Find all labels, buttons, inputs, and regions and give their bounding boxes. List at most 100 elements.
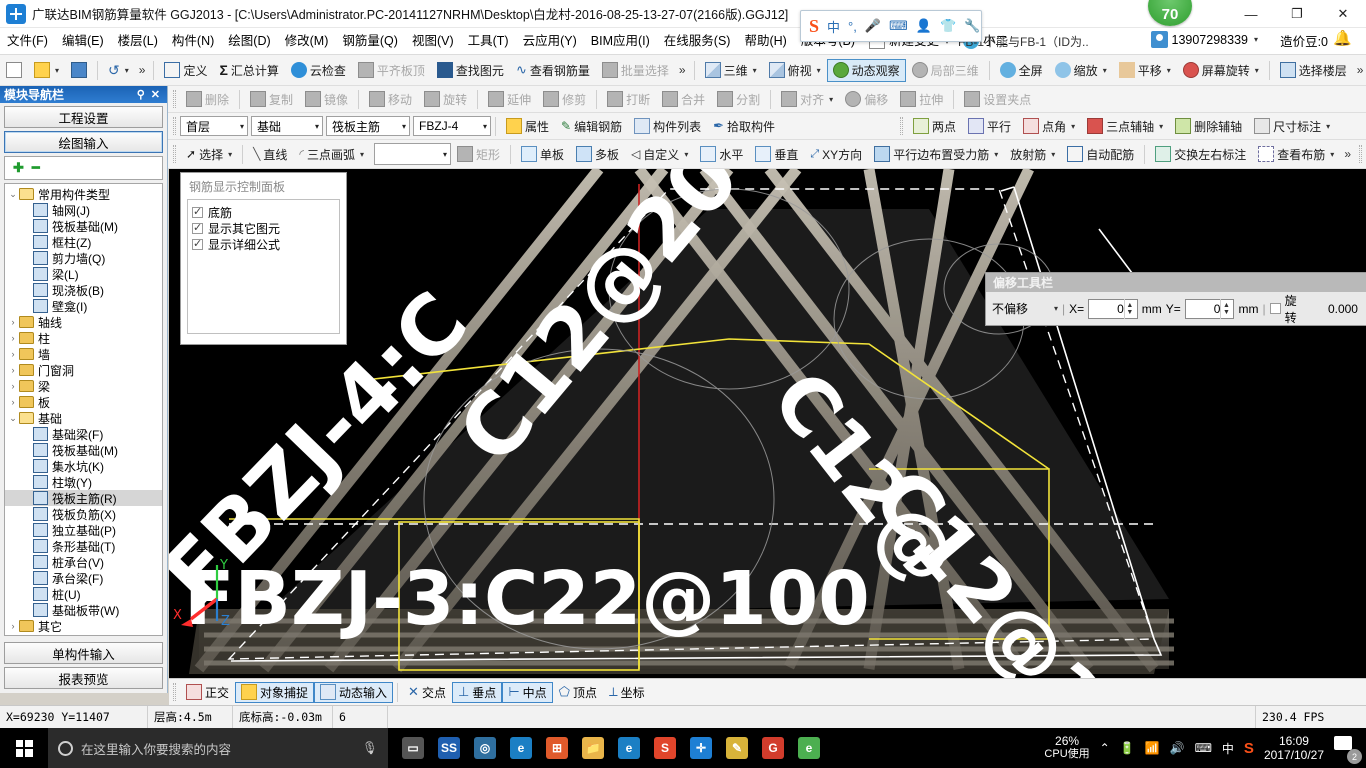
menu-cloud[interactable]: 云应用(Y)	[516, 28, 584, 55]
chevron-right-icon[interactable]: ›	[7, 349, 19, 359]
toolbar-grip[interactable]	[173, 145, 176, 163]
3d-viewport[interactable]: FBZJ-4:C C12@200 C12@100 FBZJ-3:C22@100 …	[169, 169, 1366, 693]
point-angle-button[interactable]: 点角 ▾	[1017, 115, 1081, 138]
taskbar-clock[interactable]: 16:09 2017/10/27	[1264, 734, 1324, 762]
start-button[interactable]	[0, 728, 48, 768]
radial-rebar-button[interactable]: 放射筋 ▾	[1004, 143, 1061, 166]
copy-button[interactable]: 复制	[244, 88, 299, 111]
tree-folder[interactable]: › 轴线	[5, 314, 162, 330]
tree-item[interactable]: 轴网(J)	[5, 202, 162, 218]
ortho-snap-button[interactable]: 正交	[180, 682, 235, 703]
single-slab-button[interactable]: 单板	[515, 143, 570, 166]
chevron-down-icon[interactable]: ⌄	[7, 189, 19, 200]
show-detail-formula-checkbox[interactable]	[192, 237, 203, 250]
explorer-icon[interactable]: 📁	[576, 728, 610, 768]
chevron-right-icon[interactable]: ›	[7, 621, 19, 631]
coordinate-snap-button[interactable]: ⟂ 坐标	[603, 682, 651, 703]
project-settings-button[interactable]: 工程设置	[4, 106, 163, 128]
sogou-icon[interactable]: S	[648, 728, 682, 768]
chevron-down-icon[interactable]: ⌄	[7, 413, 19, 424]
app-green-icon[interactable]: e	[792, 728, 826, 768]
tree-item[interactable]: 框柱(Z)	[5, 234, 162, 250]
tree-item[interactable]: 剪力墙(Q)	[5, 250, 162, 266]
store-icon[interactable]: ⊞	[540, 728, 574, 768]
chevron-up-icon[interactable]: ⌃	[1100, 741, 1110, 755]
extend-button[interactable]: 延伸	[482, 88, 537, 111]
menu-modify[interactable]: 修改(M)	[278, 28, 336, 55]
app-g-icon[interactable]: G	[756, 728, 790, 768]
browser-icon[interactable]: e	[612, 728, 646, 768]
cloud-check-button[interactable]: 云检查	[285, 59, 352, 82]
tree-item[interactable]: 承台梁(F)	[5, 570, 162, 586]
cpu-usage-widget[interactable]: 26% CPU使用	[1044, 735, 1089, 761]
toolbar-grip[interactable]	[173, 90, 176, 108]
tree-folder[interactable]: › 板	[5, 394, 162, 410]
set-grip-button[interactable]: 设置夹点	[958, 88, 1037, 111]
chevron-right-icon[interactable]: ›	[7, 381, 19, 391]
rotate-input[interactable]: 0.000	[1308, 298, 1360, 319]
break-button[interactable]: 打断	[601, 88, 656, 111]
menu-edit[interactable]: 编辑(E)	[55, 28, 111, 55]
rotate-checkbox[interactable]	[1269, 303, 1281, 314]
toolbar-grip[interactable]	[1359, 145, 1362, 163]
select-floor-button[interactable]: 选择楼层	[1274, 59, 1353, 82]
screen-rotate-button[interactable]: 屏幕旋转 ▾	[1177, 59, 1265, 82]
task-view-icon[interactable]: ▭	[396, 728, 430, 768]
offset-x-input[interactable]: 0 ▲ ▼	[1088, 298, 1138, 319]
fullscreen-button[interactable]: 全屏	[994, 59, 1049, 82]
tree-folder[interactable]: ⌄ 常用构件类型	[5, 186, 162, 202]
shirt-icon[interactable]: 👕	[940, 18, 956, 34]
parallel-edge-rebar-button[interactable]: 平行边布置受力筋 ▾	[868, 143, 1004, 166]
menu-online[interactable]: 在线服务(S)	[657, 28, 738, 55]
line-tool-button[interactable]: ╲ 直线	[247, 143, 293, 166]
chevron-right-icon[interactable]: ›	[7, 397, 19, 407]
tree-item[interactable]: 筏板负筋(X)	[5, 506, 162, 522]
move-button[interactable]: 移动	[363, 88, 418, 111]
object-snap-button[interactable]: 对象捕捉	[235, 681, 315, 703]
menu-file[interactable]: 文件(F)	[0, 28, 55, 55]
add-node-icon[interactable]: ✚	[13, 160, 24, 176]
tree-item[interactable]: 独立基础(P)	[5, 522, 162, 538]
align-slab-top-button[interactable]: 平齐板顶	[352, 59, 431, 82]
offset-y-spinner[interactable]: ▲ ▼	[1220, 298, 1231, 319]
menu-view[interactable]: 视图(V)	[405, 28, 461, 55]
two-point-axis-button[interactable]: 两点	[907, 115, 962, 138]
auto-rebar-button[interactable]: 自动配筋	[1061, 143, 1140, 166]
define-button[interactable]: 定义	[158, 59, 213, 82]
toolbar-grip[interactable]	[173, 117, 176, 135]
parallel-axis-button[interactable]: 平行	[962, 115, 1017, 138]
split-button[interactable]: 分割	[711, 88, 766, 111]
delete-axis-button[interactable]: 删除辅轴	[1169, 115, 1248, 138]
glodon-icon[interactable]: ✛	[684, 728, 718, 768]
offset-toolbar[interactable]: 偏移工具栏 不偏移 ▾ | X= 0 ▲ ▼ mm Y= 0 ▲ ▼ mm | 旋转	[985, 272, 1366, 326]
tree-item[interactable]: 桩(U)	[5, 586, 162, 602]
vertex-snap-button[interactable]: ⬠ 顶点	[553, 682, 603, 703]
drawing-input-button[interactable]: 绘图输入	[4, 131, 163, 153]
find-element-button[interactable]: 查找图元	[431, 59, 510, 82]
microphone-icon[interactable]: 🎙	[362, 741, 378, 756]
tree-item[interactable]: 柱墩(Y)	[5, 474, 162, 490]
tree-item[interactable]: 基础板带(W)	[5, 602, 162, 618]
pin-icon[interactable]: ⚲	[134, 88, 148, 101]
chevron-right-icon[interactable]: ›	[7, 317, 19, 327]
multi-slab-button[interactable]: 多板	[570, 143, 625, 166]
summary-calc-button[interactable]: Σ 汇总计算	[213, 59, 284, 82]
component-select[interactable]: FBZJ-4 ▾	[413, 116, 491, 136]
category-select[interactable]: 基础 ▾	[251, 116, 323, 136]
tree-item[interactable]: 条形基础(T)	[5, 538, 162, 554]
three-point-arc-button[interactable]: ◜ 三点画弧 ▾	[293, 143, 370, 166]
wifi-icon[interactable]: 📶	[1145, 741, 1160, 755]
vertical-button[interactable]: 垂直	[749, 143, 804, 166]
tree-item[interactable]: 筏板基础(M)	[5, 442, 162, 458]
rectangle-button[interactable]: 矩形	[451, 143, 506, 166]
arc-param-combo[interactable]: ▾	[374, 143, 452, 165]
horizontal-button[interactable]: 水平	[694, 143, 749, 166]
toolbar-overflow-1[interactable]: »	[135, 63, 150, 77]
menu-help[interactable]: 帮助(H)	[737, 28, 793, 55]
edge-icon[interactable]: e	[504, 728, 538, 768]
properties-button[interactable]: 属性	[500, 115, 555, 138]
show-other-elements-checkbox[interactable]	[192, 221, 203, 234]
app-blue-icon[interactable]: SS	[432, 728, 466, 768]
tree-item[interactable]: 筏板主筋(R)	[5, 490, 162, 506]
tree-folder[interactable]: › 柱	[5, 330, 162, 346]
